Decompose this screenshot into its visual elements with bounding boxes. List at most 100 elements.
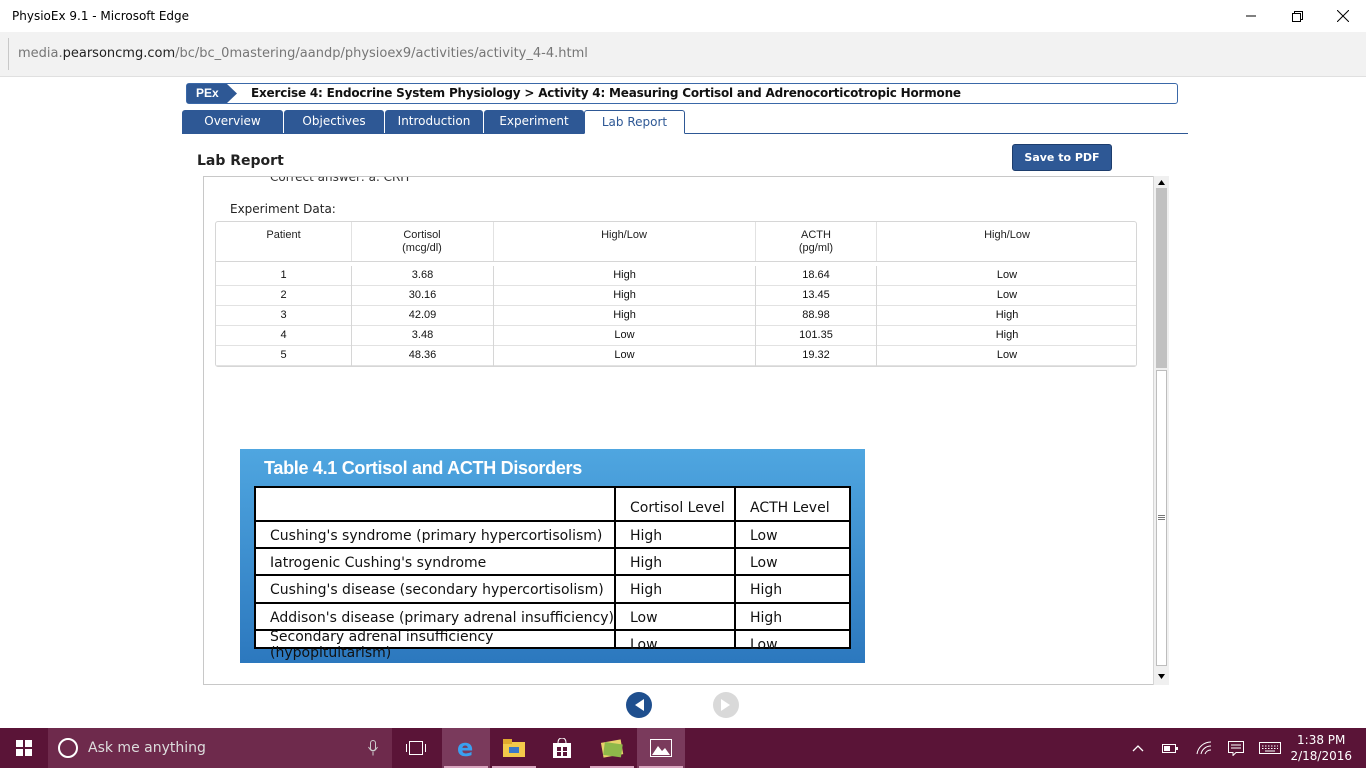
cell-patient: 1 bbox=[216, 266, 352, 286]
taskbar-sticky-app[interactable] bbox=[588, 728, 636, 768]
disorders-header-row: Cortisol Level ACTH Level bbox=[256, 488, 849, 522]
tab-overview[interactable]: Overview bbox=[182, 110, 283, 133]
wifi-icon bbox=[1196, 741, 1212, 755]
disorders-cell-acth: Low bbox=[750, 637, 778, 653]
cell-acth-level: Low bbox=[996, 269, 1018, 281]
breadcrumb-bar: PEx Exercise 4: Endocrine System Physiol… bbox=[186, 83, 1178, 104]
close-button[interactable] bbox=[1320, 0, 1366, 32]
wifi-indicator[interactable] bbox=[1192, 728, 1216, 768]
scroll-thumb[interactable] bbox=[1156, 188, 1167, 368]
cell-acth: 19.32 bbox=[756, 346, 877, 366]
cell-acth-level: Low bbox=[996, 349, 1018, 361]
tab-lab-report[interactable]: Lab Report bbox=[584, 110, 685, 134]
edge-icon: e bbox=[457, 737, 473, 759]
window-title: PhysioEx 9.1 - Microsoft Edge bbox=[12, 9, 190, 23]
url-field[interactable]: media.pearsoncmg.com/bc/bc_0mastering/aa… bbox=[8, 38, 1358, 70]
tab-introduction[interactable]: Introduction bbox=[385, 110, 483, 133]
taskbar: Ask me anything e 1:38 PM 2/18/2016 bbox=[0, 728, 1366, 768]
save-to-pdf-button[interactable]: Save to PDF bbox=[1012, 144, 1112, 171]
panel-scrollbar[interactable] bbox=[1153, 176, 1169, 685]
window-titlebar: PhysioEx 9.1 - Microsoft Edge bbox=[0, 0, 1366, 32]
disorders-cell-acth: Low bbox=[750, 527, 778, 544]
cell-cortisol: 48.36 bbox=[352, 346, 494, 366]
page-content: PEx Exercise 4: Endocrine System Physiol… bbox=[0, 77, 1366, 728]
disorders-cell-cortisol: Cortisol Level bbox=[630, 500, 725, 516]
svg-text:e: e bbox=[457, 737, 473, 759]
taskbar-store[interactable] bbox=[538, 728, 586, 768]
cell-cortisol: 42.09 bbox=[352, 306, 494, 326]
battery-indicator[interactable] bbox=[1158, 728, 1182, 768]
restore-button[interactable] bbox=[1274, 0, 1320, 32]
taskbar-photos[interactable] bbox=[637, 728, 685, 768]
cell-acth: 13.45 bbox=[756, 286, 877, 306]
keyboard-icon bbox=[1259, 742, 1281, 754]
disorders-cell-acth: High bbox=[750, 609, 783, 626]
task-view-button[interactable] bbox=[392, 728, 440, 768]
partial-answer-text: Correct answer: a. CRH bbox=[270, 176, 410, 184]
search-placeholder: Ask me anything bbox=[88, 740, 206, 756]
tab-bar: Overview Objectives Introduction Experim… bbox=[182, 110, 1188, 134]
header-cortisol-high-low: High/Low bbox=[601, 229, 647, 241]
system-clock[interactable]: 1:38 PM 2/18/2016 bbox=[1290, 732, 1352, 764]
triangle-down-icon bbox=[1158, 673, 1165, 679]
cortana-icon bbox=[58, 738, 78, 758]
restore-icon bbox=[1291, 10, 1303, 22]
touch-keyboard-button[interactable] bbox=[1257, 728, 1283, 768]
tab-objectives[interactable]: Objectives bbox=[284, 110, 384, 133]
triangle-up-icon bbox=[1158, 179, 1165, 185]
disorders-cell-cortisol: Low bbox=[630, 637, 658, 653]
experiment-data-table: Patient Cortisol (mcg/dl) High/Low ACTH (p… bbox=[215, 221, 1137, 367]
cell-cort-level: Low bbox=[494, 326, 756, 346]
page-title: Lab Report bbox=[197, 153, 284, 169]
taskbar-file-explorer[interactable] bbox=[490, 728, 538, 768]
minimize-icon bbox=[1246, 15, 1256, 17]
disorders-cell-acth: High bbox=[750, 582, 783, 598]
experiment-data-label: Experiment Data: bbox=[230, 202, 336, 216]
header-patient: Patient bbox=[266, 229, 301, 241]
table-row: 4 3.48 Low 101.35 High bbox=[216, 326, 1136, 346]
table-header: Patient Cortisol (mcg/dl) High/Low ACTH (p… bbox=[216, 222, 1136, 262]
disorders-row: Addison's disease (primary adrenal insuf… bbox=[256, 606, 849, 631]
previous-page-button[interactable] bbox=[626, 692, 652, 718]
disorders-row: Cushing's syndrome (primary hypercortiso… bbox=[256, 524, 849, 549]
header-acth: ACTH (pg/ml) bbox=[798, 229, 834, 254]
header-acth-high-low: High/Low bbox=[984, 229, 1030, 241]
store-icon bbox=[553, 738, 571, 758]
cell-cortisol: 3.68 bbox=[352, 266, 494, 286]
tab-experiment[interactable]: Experiment bbox=[484, 110, 584, 133]
notes-icon bbox=[600, 739, 624, 758]
disorders-cell-disorder: Cushing's disease (secondary hypercortis… bbox=[270, 582, 604, 598]
cell-acth-level: Low bbox=[996, 289, 1018, 301]
disorders-row: Cushing's disease (secondary hypercortis… bbox=[256, 578, 849, 604]
column-divider bbox=[734, 488, 736, 647]
close-icon bbox=[1337, 10, 1349, 22]
disorders-row: Iatrogenic Cushing's syndrome High Low bbox=[256, 551, 849, 576]
start-button[interactable] bbox=[0, 728, 48, 768]
cell-acth-level: High bbox=[995, 329, 1019, 341]
action-center-button[interactable] bbox=[1224, 728, 1248, 768]
address-bar: media.pearsoncmg.com/bc/bc_0mastering/aa… bbox=[0, 32, 1366, 77]
microphone-icon bbox=[368, 740, 378, 756]
taskbar-edge[interactable]: e bbox=[442, 728, 490, 768]
cell-patient: 3 bbox=[216, 306, 352, 326]
cell-cort-level: High bbox=[494, 286, 756, 306]
next-page-button[interactable] bbox=[713, 692, 739, 718]
folder-icon bbox=[503, 739, 525, 757]
task-view-icon bbox=[406, 741, 426, 755]
chevron-up-icon bbox=[1132, 744, 1144, 751]
search-box[interactable]: Ask me anything bbox=[48, 728, 392, 768]
scroll-up-arrow[interactable] bbox=[1156, 177, 1167, 187]
minimize-button[interactable] bbox=[1228, 0, 1274, 32]
scroll-track[interactable] bbox=[1156, 370, 1167, 666]
cell-acth: 18.64 bbox=[756, 266, 877, 286]
scroll-down-arrow[interactable] bbox=[1156, 671, 1167, 681]
grip-icon bbox=[1158, 515, 1165, 520]
pex-logo: PEx bbox=[187, 84, 237, 103]
cell-patient: 5 bbox=[216, 346, 352, 366]
disorders-cell-cortisol: High bbox=[630, 527, 663, 544]
disorders-cell-disorder: Secondary adrenal insufficiency (hypopit… bbox=[270, 629, 494, 661]
disorders-cell-cortisol: High bbox=[630, 582, 663, 598]
cell-patient: 4 bbox=[216, 326, 352, 346]
show-hidden-icons-button[interactable] bbox=[1128, 728, 1148, 768]
disorders-cell-cortisol: Low bbox=[630, 609, 658, 626]
